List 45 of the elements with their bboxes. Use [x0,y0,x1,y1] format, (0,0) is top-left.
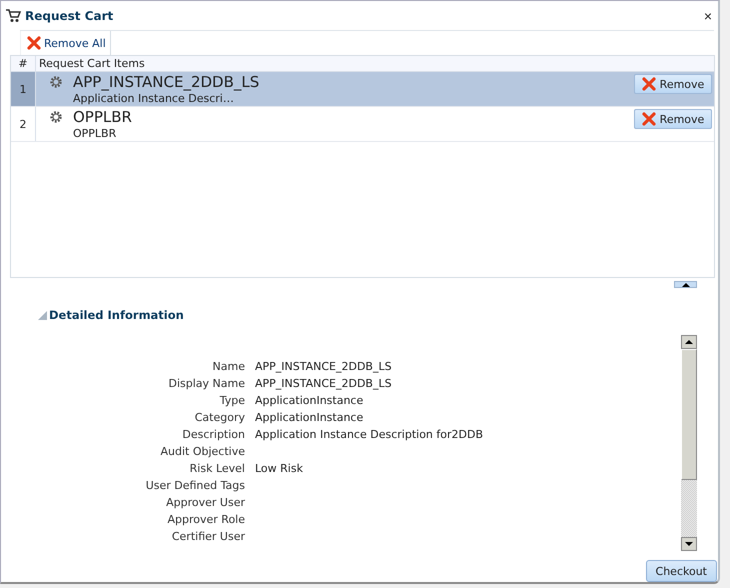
field-label: Certifier User [170,529,245,545]
column-header: # [11,56,36,72]
section-title: Detailed Information [49,308,184,322]
field-value: APP_INSTANCE_2DDB_LS [255,359,393,375]
item-description: OPPLBR [73,127,118,140]
field-value: Application Instance Description for2DDB [255,427,484,443]
field-label: User Defined Tags [144,478,245,494]
field-label: Approver Role [166,512,245,528]
column-header: Request Cart Items [38,57,145,70]
remove-button[interactable]: Remove [634,74,712,94]
table-row[interactable]: 1 APP_INSTANCE_2DDB_LS Application Instance Descri… Remove [11,72,714,108]
scroll-down-icon[interactable] [685,542,693,546]
row-number: 1 [11,72,36,106]
gear-icon [49,110,63,124]
remove-button[interactable]: Remove [634,109,712,130]
field-label: Risk Level [188,461,245,477]
item-name: APP_INSTANCE_2DDB_LS [73,73,260,92]
x-icon [642,77,656,92]
field-value: APP_INSTANCE_2DDB_LS [255,376,393,392]
field-value: Low Risk [255,461,304,477]
vertical-scrollbar[interactable] [681,335,697,551]
shopping-cart-icon [5,8,21,24]
item-description: Application Instance Descri… [73,92,235,106]
gear-icon [49,75,63,90]
field-label: Type [218,393,245,409]
field-label: Display Name [168,376,245,392]
x-icon [27,36,41,50]
checkout-button[interactable]: Checkout [646,560,717,582]
field-label: Audit Objective [159,444,245,460]
table-row[interactable]: 2 OPPLBR OPPLBR Remove [11,107,714,142]
field-label: Description [181,427,245,443]
scroll-up-icon[interactable] [685,340,693,344]
window-title: Request Cart [25,8,114,23]
up-triangle-icon [682,282,690,287]
field-label: Approver User [165,495,245,511]
x-icon [642,112,656,126]
field-label: Name [212,359,245,375]
row-number: 2 [11,107,36,142]
collapse-button[interactable] [674,281,697,288]
close-button[interactable]: × [704,8,712,24]
remove-all-button[interactable]: Remove All [20,31,111,56]
field-label: Category [194,410,245,426]
item-name: OPPLBR [73,108,132,128]
field-value: ApplicationInstance [255,393,364,409]
field-value: ApplicationInstance [255,410,364,426]
